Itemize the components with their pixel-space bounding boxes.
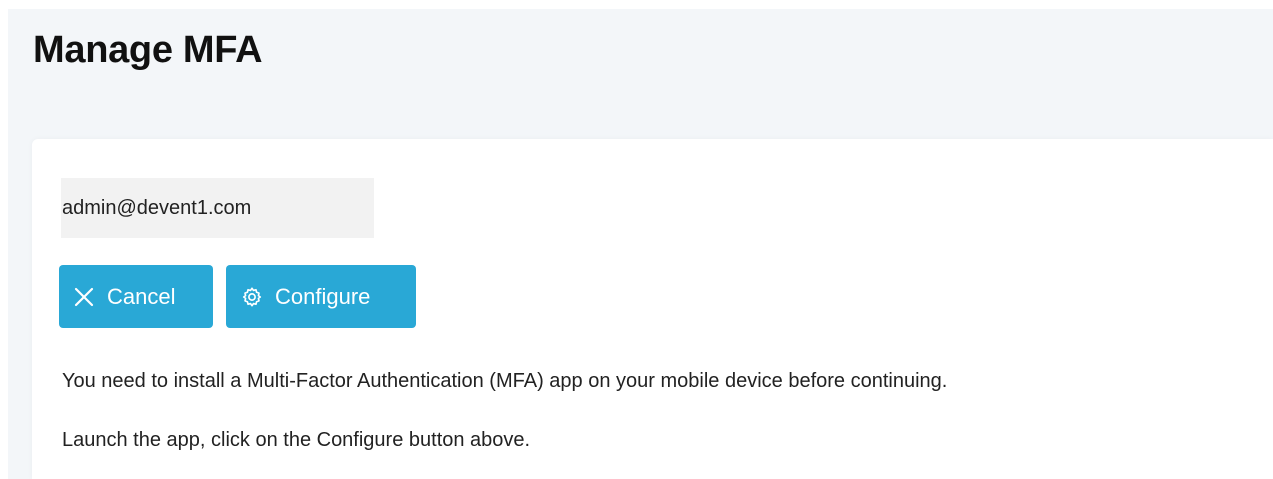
install-instruction: You need to install a Multi-Factor Authe… [62,370,948,392]
configure-button[interactable]: Configure [226,265,416,328]
close-icon [73,286,95,308]
gear-icon [241,286,263,308]
cancel-button[interactable]: Cancel [59,265,213,328]
launch-instruction: Launch the app, click on the Configure b… [62,429,531,451]
page-background: Manage MFA admin@devent1.com Cancel Conf… [8,9,1273,479]
configure-label: Configure [275,283,371,309]
mfa-card: admin@devent1.com Cancel Configure You n… [32,139,1273,479]
page-title: Manage MFA [33,29,263,71]
email-value: admin@devent1.com [62,196,252,219]
email-field: admin@devent1.com [61,178,374,238]
cancel-label: Cancel [107,283,176,309]
